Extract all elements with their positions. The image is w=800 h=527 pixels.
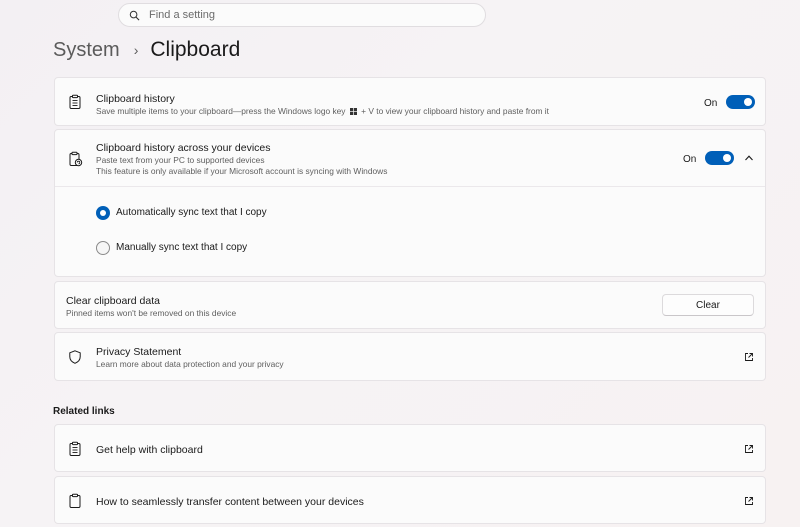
clipboard-history-desc-part2: + V to view your clipboard history and p…: [361, 106, 549, 116]
clipboard-sync-icon: [69, 151, 83, 167]
sync-desc-1: Paste text from your PC to supported dev…: [96, 155, 265, 165]
radio-manual-sync[interactable]: [96, 241, 110, 255]
clipboard-history-toggle[interactable]: [726, 95, 755, 109]
breadcrumb-separator: ›: [133, 42, 139, 58]
sync-title: Clipboard history across your devices: [96, 142, 271, 154]
page-title: Clipboard: [150, 38, 241, 61]
shield-icon: [69, 350, 81, 364]
toggle-knob: [723, 154, 731, 162]
breadcrumb: System › Clipboard: [53, 38, 240, 62]
search-icon: [129, 10, 140, 20]
related-links-heading: Related links: [53, 406, 115, 417]
clear-data-title: Clear clipboard data: [66, 295, 160, 307]
search-input[interactable]: Find a setting: [149, 9, 215, 21]
related-link-help-label: Get help with clipboard: [96, 444, 203, 456]
radio-auto-sync[interactable]: [96, 206, 110, 220]
clear-button[interactable]: Clear: [662, 294, 754, 316]
clipboard-history-title: Clipboard history: [96, 93, 175, 105]
radio-auto-sync-label[interactable]: Automatically sync text that I copy: [116, 207, 267, 218]
clear-data-card: Clear clipboard data Pinned items won't …: [54, 281, 766, 329]
breadcrumb-parent[interactable]: System: [53, 39, 120, 62]
windows-logo-icon: [349, 107, 357, 115]
related-link-transfer-label: How to seamlessly transfer content betwe…: [96, 496, 364, 508]
external-link-icon[interactable]: [744, 496, 754, 506]
chevron-up-icon[interactable]: [744, 153, 754, 163]
privacy-card[interactable]: Privacy Statement Learn more about data …: [54, 332, 766, 381]
search-box[interactable]: Find a setting: [118, 3, 486, 27]
sync-desc-2: This feature is only available if your M…: [96, 166, 388, 176]
privacy-desc: Learn more about data protection and you…: [96, 359, 284, 369]
sync-state: On: [683, 154, 697, 165]
clear-data-desc: Pinned items won't be removed on this de…: [66, 308, 237, 318]
clipboard-list-icon: [69, 94, 81, 109]
clipboard-icon: [69, 493, 81, 508]
clipboard-sync-card: Clipboard history across your devices Pa…: [54, 129, 766, 277]
related-link-transfer[interactable]: How to seamlessly transfer content betwe…: [54, 476, 766, 524]
sync-toggle[interactable]: [705, 151, 734, 165]
privacy-title: Privacy Statement: [96, 346, 182, 358]
clipboard-history-desc: Save multiple items to your clipboard—pr…: [96, 106, 549, 116]
clipboard-history-state: On: [704, 98, 718, 109]
related-link-help[interactable]: Get help with clipboard: [54, 424, 766, 472]
divider: [55, 186, 765, 187]
radio-manual-sync-label[interactable]: Manually sync text that I copy: [116, 242, 247, 253]
external-link-icon[interactable]: [744, 444, 754, 454]
toggle-knob: [744, 98, 752, 106]
clipboard-list-icon: [69, 441, 81, 456]
external-link-icon[interactable]: [744, 352, 754, 362]
clipboard-history-desc-part1: Save multiple items to your clipboard—pr…: [96, 106, 346, 116]
clipboard-history-card: Clipboard history Save multiple items to…: [54, 77, 766, 126]
